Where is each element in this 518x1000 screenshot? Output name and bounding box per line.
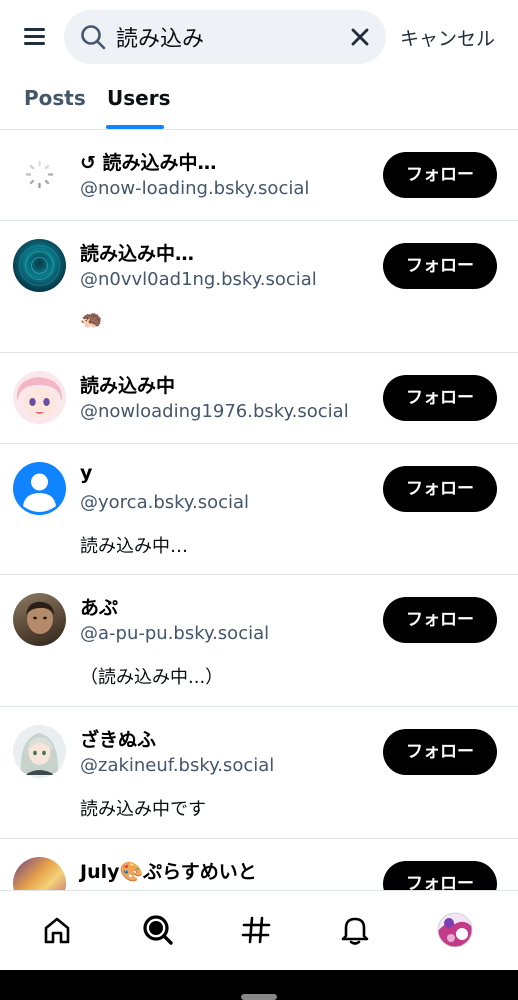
follow-button[interactable]: フォロー (383, 597, 497, 643)
follow-button[interactable]: フォロー (383, 152, 497, 198)
user-row[interactable]: あぷ @a-pu-pu.bsky.social （読み込み中...） フォロー (0, 575, 518, 707)
follow-button[interactable]: フォロー (383, 375, 497, 421)
default-avatar-icon (13, 462, 66, 515)
avatar (13, 239, 66, 292)
follow-button[interactable]: フォロー (383, 243, 497, 289)
user-row[interactable]: 読み込み中 @nowloading1976.bsky.social フォロー (0, 353, 518, 444)
user-display-name: July🎨ぷらすめいと (80, 861, 257, 883)
user-row[interactable]: 読み込み中… @n0vvl0ad1ng.bsky.social 🦔 フォロー (0, 221, 518, 353)
user-display-name: あぷ (80, 597, 119, 619)
notifications-icon (341, 917, 369, 945)
search-icon (81, 25, 106, 50)
tab-posts[interactable]: Posts (24, 86, 86, 110)
user-handle: @nowloading1976.bsky.social (80, 401, 349, 422)
search-icon (143, 915, 173, 945)
hashtag-icon (241, 916, 271, 944)
user-display-name: ざきぬふ (80, 729, 157, 751)
search-header: キャンセル (0, 0, 518, 74)
search-input[interactable] (116, 22, 336, 52)
avatar (13, 857, 66, 890)
user-row[interactable]: y @yorca.bsky.social 読み込み中… フォロー (0, 444, 518, 575)
user-row[interactable]: ざきぬふ @zakineuf.bsky.social 読み込み中です フォロー (0, 707, 518, 839)
nav-search[interactable] (133, 905, 183, 955)
clear-icon[interactable] (348, 25, 372, 49)
bottom-nav (0, 890, 518, 970)
user-display-name: ↺ 読み込み中… (80, 152, 217, 174)
avatar (13, 593, 66, 646)
user-display-name: y (80, 462, 93, 484)
follow-button[interactable]: フォロー (383, 466, 497, 512)
home-icon (44, 917, 70, 944)
loading-spinner-icon (13, 148, 66, 201)
user-handle: @now-loading.bsky.social (80, 178, 310, 199)
tab-users[interactable]: Users (107, 86, 170, 110)
user-bio: 読み込み中です (80, 799, 206, 820)
user-handle: @a-pu-pu.bsky.social (80, 623, 270, 644)
cancel-button[interactable]: キャンセル (400, 24, 495, 51)
user-display-name: 読み込み中 (80, 375, 176, 397)
search-tabs: Posts Users (0, 74, 518, 130)
menu-icon[interactable] (20, 24, 50, 50)
user-display-name: 読み込み中… (80, 243, 195, 265)
user-results-list[interactable]: ↺ 読み込み中… @now-loading.bsky.social フォロー 読… (0, 130, 518, 890)
active-tab-indicator (106, 125, 164, 129)
search-box[interactable] (64, 10, 386, 64)
user-handle: @n0vvl0ad1ng.bsky.social (80, 269, 317, 290)
follow-button[interactable]: フォロー (383, 861, 497, 890)
user-handle: @zakineuf.bsky.social (80, 755, 275, 776)
system-navigation-bar (0, 970, 518, 1000)
nav-notifications[interactable] (330, 905, 380, 955)
nav-profile[interactable] (430, 905, 480, 955)
user-row[interactable]: ↺ 読み込み中… @now-loading.bsky.social フォロー (0, 130, 518, 221)
nav-home[interactable] (32, 905, 82, 955)
system-home-handle[interactable] (241, 994, 277, 1000)
avatar (13, 725, 66, 778)
profile-avatar (437, 912, 473, 948)
user-bio: 🦔 (80, 309, 103, 330)
user-row[interactable]: July🎨ぷらすめいと フォロー (0, 839, 518, 890)
follow-button[interactable]: フォロー (383, 729, 497, 775)
nav-feeds[interactable] (231, 905, 281, 955)
user-handle: @yorca.bsky.social (80, 492, 250, 513)
user-bio: 読み込み中… (80, 536, 188, 557)
user-bio: （読み込み中...） (80, 667, 224, 688)
avatar (13, 371, 66, 424)
